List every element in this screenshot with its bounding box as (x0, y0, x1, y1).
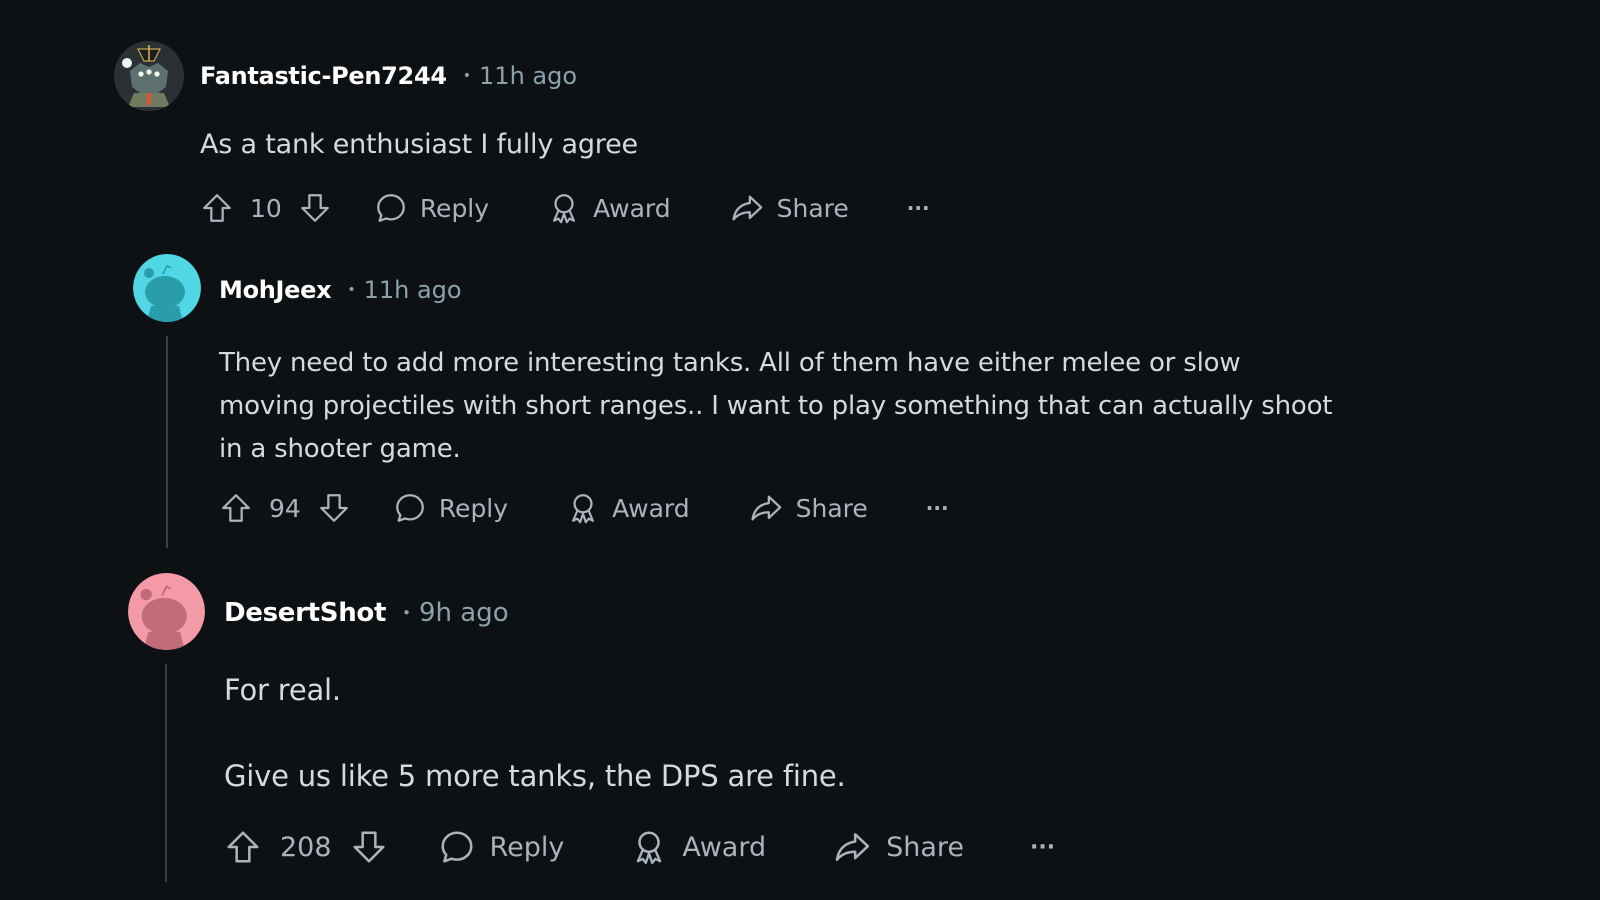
more-dots-icon: ··· (906, 196, 930, 220)
username[interactable]: Fantastic-Pen7244 (200, 62, 447, 90)
vote-count: 208 (280, 831, 332, 863)
vote-count: 94 (269, 493, 301, 523)
upvote-button[interactable] (219, 491, 253, 525)
share-arrow-icon (835, 833, 870, 861)
award-ribbon-icon (553, 194, 576, 224)
avatar[interactable] (114, 41, 184, 111)
timestamp[interactable]: 11h ago (364, 276, 462, 304)
comment-body: They need to add more interesting tanks.… (219, 342, 1332, 471)
comment-line: in a shooter game. (219, 434, 461, 464)
comment-line: moving projectiles with short ranges.. I… (219, 391, 1333, 421)
avatar[interactable] (133, 254, 201, 322)
comment-bubble-icon (441, 831, 473, 863)
more-dots-icon: ··· (1030, 834, 1056, 860)
comment-paragraph: For real. (224, 673, 341, 707)
timestamp[interactable]: 11h ago (479, 62, 577, 90)
share-button[interactable]: Share (748, 491, 868, 525)
reply-label: Reply (489, 831, 565, 863)
award-button[interactable]: Award (566, 491, 690, 525)
vote-count: 10 (250, 193, 282, 223)
upvote-arrow-icon (203, 194, 231, 222)
share-arrow-icon (751, 495, 781, 521)
comment-bubble-icon (376, 194, 405, 222)
comment-actions: 94 Reply Award Share ··· (219, 488, 949, 528)
share-label: Share (886, 831, 965, 863)
share-label: Share (795, 493, 868, 523)
downvote-arrow-icon (319, 494, 348, 522)
award-label: Award (593, 193, 671, 223)
reply-button[interactable]: Reply (438, 828, 565, 866)
timestamp[interactable]: 9h ago (419, 598, 509, 628)
comment-body: For real. Give us like 5 more tanks, the… (224, 670, 846, 796)
comment-paragraph: Give us like 5 more tanks, the DPS are f… (224, 759, 846, 793)
snoo-avatar-icon (128, 573, 205, 650)
reply-button[interactable]: Reply (374, 191, 489, 225)
more-options-button[interactable]: ··· (1030, 835, 1055, 860)
comment-actions: 10 Reply Award Share ··· (200, 188, 930, 228)
downvote-arrow-icon (300, 194, 329, 222)
separator-dot: • (462, 68, 472, 84)
share-label: Share (776, 193, 849, 223)
comment-line: They need to add more interesting tanks.… (219, 348, 1241, 378)
award-label: Award (682, 831, 767, 863)
username[interactable]: DesertShot (224, 598, 386, 628)
upvote-button[interactable] (224, 828, 262, 866)
award-ribbon-icon (637, 831, 662, 865)
share-button[interactable]: Share (832, 828, 964, 866)
comment-paragraph: As a tank enthusiast I fully agree (200, 129, 638, 160)
character-avatar-icon (114, 41, 184, 111)
upvote-button[interactable] (200, 191, 234, 225)
award-label: Award (612, 493, 690, 523)
separator-dot: • (402, 604, 411, 622)
downvote-button[interactable] (298, 191, 332, 225)
thread-line[interactable] (166, 336, 168, 548)
separator-dot: • (347, 282, 356, 298)
comment-bubble-icon (395, 494, 424, 522)
more-options-button[interactable]: ··· (926, 496, 949, 520)
reply-label: Reply (419, 193, 490, 223)
snoo-avatar-icon (133, 254, 201, 322)
comment-actions: 208 Reply Award Share ··· (224, 826, 1055, 868)
reply-button[interactable]: Reply (393, 491, 508, 525)
downvote-arrow-icon (353, 831, 385, 863)
more-dots-icon: ··· (925, 496, 949, 520)
upvote-arrow-icon (222, 494, 250, 522)
downvote-button[interactable] (317, 491, 351, 525)
username[interactable]: MohJeex (219, 276, 332, 304)
more-options-button[interactable]: ··· (907, 196, 930, 220)
award-button[interactable]: Award (547, 191, 671, 225)
comment-body: As a tank enthusiast I fully agree (200, 127, 638, 163)
share-button[interactable]: Share (729, 191, 849, 225)
share-arrow-icon (732, 195, 762, 221)
downvote-button[interactable] (350, 828, 388, 866)
award-button[interactable]: Award (630, 828, 766, 866)
avatar[interactable] (128, 573, 205, 650)
upvote-arrow-icon (227, 831, 259, 863)
thread-line[interactable] (165, 664, 167, 882)
reply-label: Reply (438, 493, 509, 523)
award-ribbon-icon (572, 494, 595, 524)
